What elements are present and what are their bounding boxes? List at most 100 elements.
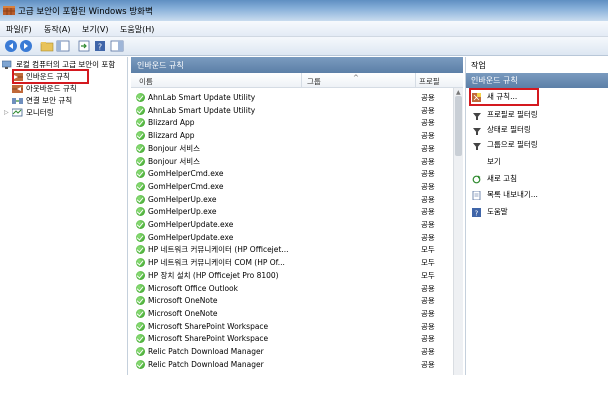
- title-bar: 고급 보안이 포함된 Windows 방화벽: [0, 0, 608, 21]
- table-row[interactable]: HP 장치 설치 (HP Officejet Pro 8100) 모두: [131, 269, 453, 282]
- filter-icon: [472, 141, 481, 150]
- rule-profile: 모두: [421, 258, 435, 268]
- enabled-check-icon: [136, 334, 145, 344]
- table-row[interactable]: Blizzard App 공용: [131, 129, 453, 142]
- column-separator[interactable]: [301, 73, 302, 88]
- rule-profile: 공용: [421, 194, 435, 204]
- enabled-check-icon: [136, 347, 145, 356]
- enabled-check-icon: [136, 321, 145, 331]
- actions-pane: 작업 인바운드 규칙 새 규칙... 프로필로 필터링 상태로 필터링 그룹으로…: [465, 57, 608, 375]
- action-filter-by-group[interactable]: 그룹으로 필터링: [466, 138, 608, 152]
- rule-name: GomHelperCmd.exe: [148, 181, 224, 191]
- vertical-scrollbar[interactable]: ▲: [453, 88, 463, 375]
- console-tree-icon[interactable]: [56, 39, 70, 53]
- window-title: 고급 보안이 포함된 Windows 방화벽: [18, 7, 153, 17]
- scrollbar-thumb[interactable]: [455, 96, 462, 156]
- rule-name: Microsoft Office Outlook: [148, 283, 238, 293]
- show-pane-icon[interactable]: [110, 39, 124, 53]
- column-separator[interactable]: [415, 73, 416, 88]
- rule-profile: 공용: [421, 347, 435, 356]
- menu-help[interactable]: 도움말(H): [120, 24, 154, 35]
- table-row[interactable]: Microsoft SharePoint Workspace 공용: [131, 320, 453, 333]
- rule-name: HP 네트워크 커뮤니케이터 (HP Officejet...: [148, 245, 289, 255]
- center-pane-header: 인바운드 규칙: [131, 57, 463, 73]
- back-arrow-icon[interactable]: [4, 39, 18, 53]
- table-row[interactable]: Relic Patch Download Manager 공용: [131, 358, 453, 371]
- enabled-check-icon: [136, 105, 145, 115]
- rule-name: GomHelperUpdate.exe: [148, 220, 234, 229]
- table-row[interactable]: Relic Patch Download Manager 공용: [131, 345, 453, 358]
- column-profile[interactable]: 프로필: [419, 76, 440, 87]
- table-row[interactable]: Blizzard App 공용: [131, 116, 453, 129]
- highlight-new-rule-box: [469, 88, 539, 106]
- rule-name: Blizzard App: [148, 118, 195, 128]
- rule-profile: 공용: [421, 359, 435, 369]
- table-row[interactable]: GomHelperCmd.exe 공용: [131, 180, 453, 193]
- table-row[interactable]: Microsoft OneNote 공용: [131, 307, 453, 320]
- rule-profile: 모두: [421, 270, 435, 280]
- expand-arrow-icon[interactable]: ▷: [4, 107, 9, 119]
- table-row[interactable]: HP 네트워크 커뮤니케이터 COM (HP Of... 모두: [131, 256, 453, 269]
- action-view[interactable]: 보기: [466, 155, 608, 169]
- enabled-check-icon: [136, 118, 145, 128]
- table-row[interactable]: Microsoft SharePoint Workspace 공용: [131, 332, 453, 345]
- rule-profile: 공용: [421, 93, 435, 102]
- rule-profile: 모두: [421, 245, 435, 255]
- action-filter-by-profile[interactable]: 프로필로 필터링: [466, 108, 608, 122]
- rule-name: Microsoft OneNote: [148, 308, 218, 318]
- rule-name: Relic Patch Download Manager: [148, 347, 264, 356]
- action-export-list[interactable]: 목록 내보내기...: [466, 188, 608, 202]
- table-row[interactable]: AhnLab Smart Update Utility 공용: [131, 104, 453, 117]
- rule-name: Bonjour 서비스: [148, 156, 201, 166]
- table-row[interactable]: AhnLab Smart Update Utility 공용: [131, 91, 453, 104]
- rule-name: GomHelperUp.exe: [148, 194, 217, 204]
- enabled-check-icon: [136, 359, 145, 369]
- action-help[interactable]: ? 도움말: [466, 205, 608, 219]
- rule-name: AhnLab Smart Update Utility: [148, 93, 256, 102]
- table-row[interactable]: GomHelperUp.exe 공용: [131, 205, 453, 218]
- column-group[interactable]: 그룹: [307, 76, 321, 87]
- help-icon: ?: [472, 208, 481, 217]
- forward-arrow-icon[interactable]: [19, 39, 33, 53]
- rule-profile: 공용: [421, 296, 435, 306]
- table-row[interactable]: GomHelperUpdate.exe 공용: [131, 231, 453, 244]
- folder-up-icon[interactable]: [40, 39, 54, 53]
- rule-profile: 공용: [421, 131, 435, 141]
- actions-title: 작업: [466, 57, 608, 72]
- menu-file[interactable]: 파일(F): [6, 24, 32, 35]
- enabled-check-icon: [136, 169, 145, 179]
- actions-group-header[interactable]: 인바운드 규칙: [466, 73, 608, 88]
- action-refresh[interactable]: 새로 고침: [466, 172, 608, 186]
- help-icon[interactable]: ?: [93, 39, 107, 53]
- rule-profile: 공용: [421, 334, 435, 344]
- enabled-check-icon: [136, 296, 145, 306]
- table-row[interactable]: Bonjour 서비스 공용: [131, 142, 453, 155]
- rule-name: Microsoft SharePoint Workspace: [148, 334, 269, 344]
- enabled-check-icon: [136, 258, 145, 268]
- rule-profile: 공용: [421, 156, 435, 166]
- table-row[interactable]: GomHelperCmd.exe 공용: [131, 167, 453, 180]
- bottom-blank-area: [0, 375, 608, 401]
- column-name[interactable]: 이름: [139, 76, 153, 87]
- rule-name: Microsoft OneNote: [148, 296, 218, 306]
- connection-security-icon: [12, 98, 23, 104]
- rule-profile: 공용: [421, 105, 435, 115]
- rule-profile: 공용: [421, 181, 435, 191]
- menu-action[interactable]: 동작(A): [44, 24, 70, 35]
- toolbar: ?: [0, 37, 608, 56]
- action-filter-by-state[interactable]: 상태로 필터링: [466, 123, 608, 137]
- rule-name: GomHelperUpdate.exe: [148, 232, 234, 242]
- rule-profile: 공용: [421, 143, 435, 153]
- rule-profile: 공용: [421, 118, 435, 128]
- table-row[interactable]: Microsoft Office Outlook 공용: [131, 282, 453, 295]
- table-row[interactable]: GomHelperUp.exe 공용: [131, 193, 453, 206]
- scroll-up-icon[interactable]: ▲: [456, 89, 461, 96]
- menu-view[interactable]: 보기(V): [82, 24, 108, 35]
- table-row[interactable]: HP 네트워크 커뮤니케이터 (HP Officejet... 모두: [131, 243, 453, 256]
- table-row[interactable]: GomHelperUpdate.exe 공용: [131, 218, 453, 231]
- properties-icon[interactable]: [77, 39, 91, 53]
- enabled-check-icon: [136, 143, 145, 153]
- table-row[interactable]: Bonjour 서비스 공용: [131, 155, 453, 168]
- rule-name: Relic Patch Download Manager: [148, 359, 264, 369]
- table-row[interactable]: Microsoft OneNote 공용: [131, 294, 453, 307]
